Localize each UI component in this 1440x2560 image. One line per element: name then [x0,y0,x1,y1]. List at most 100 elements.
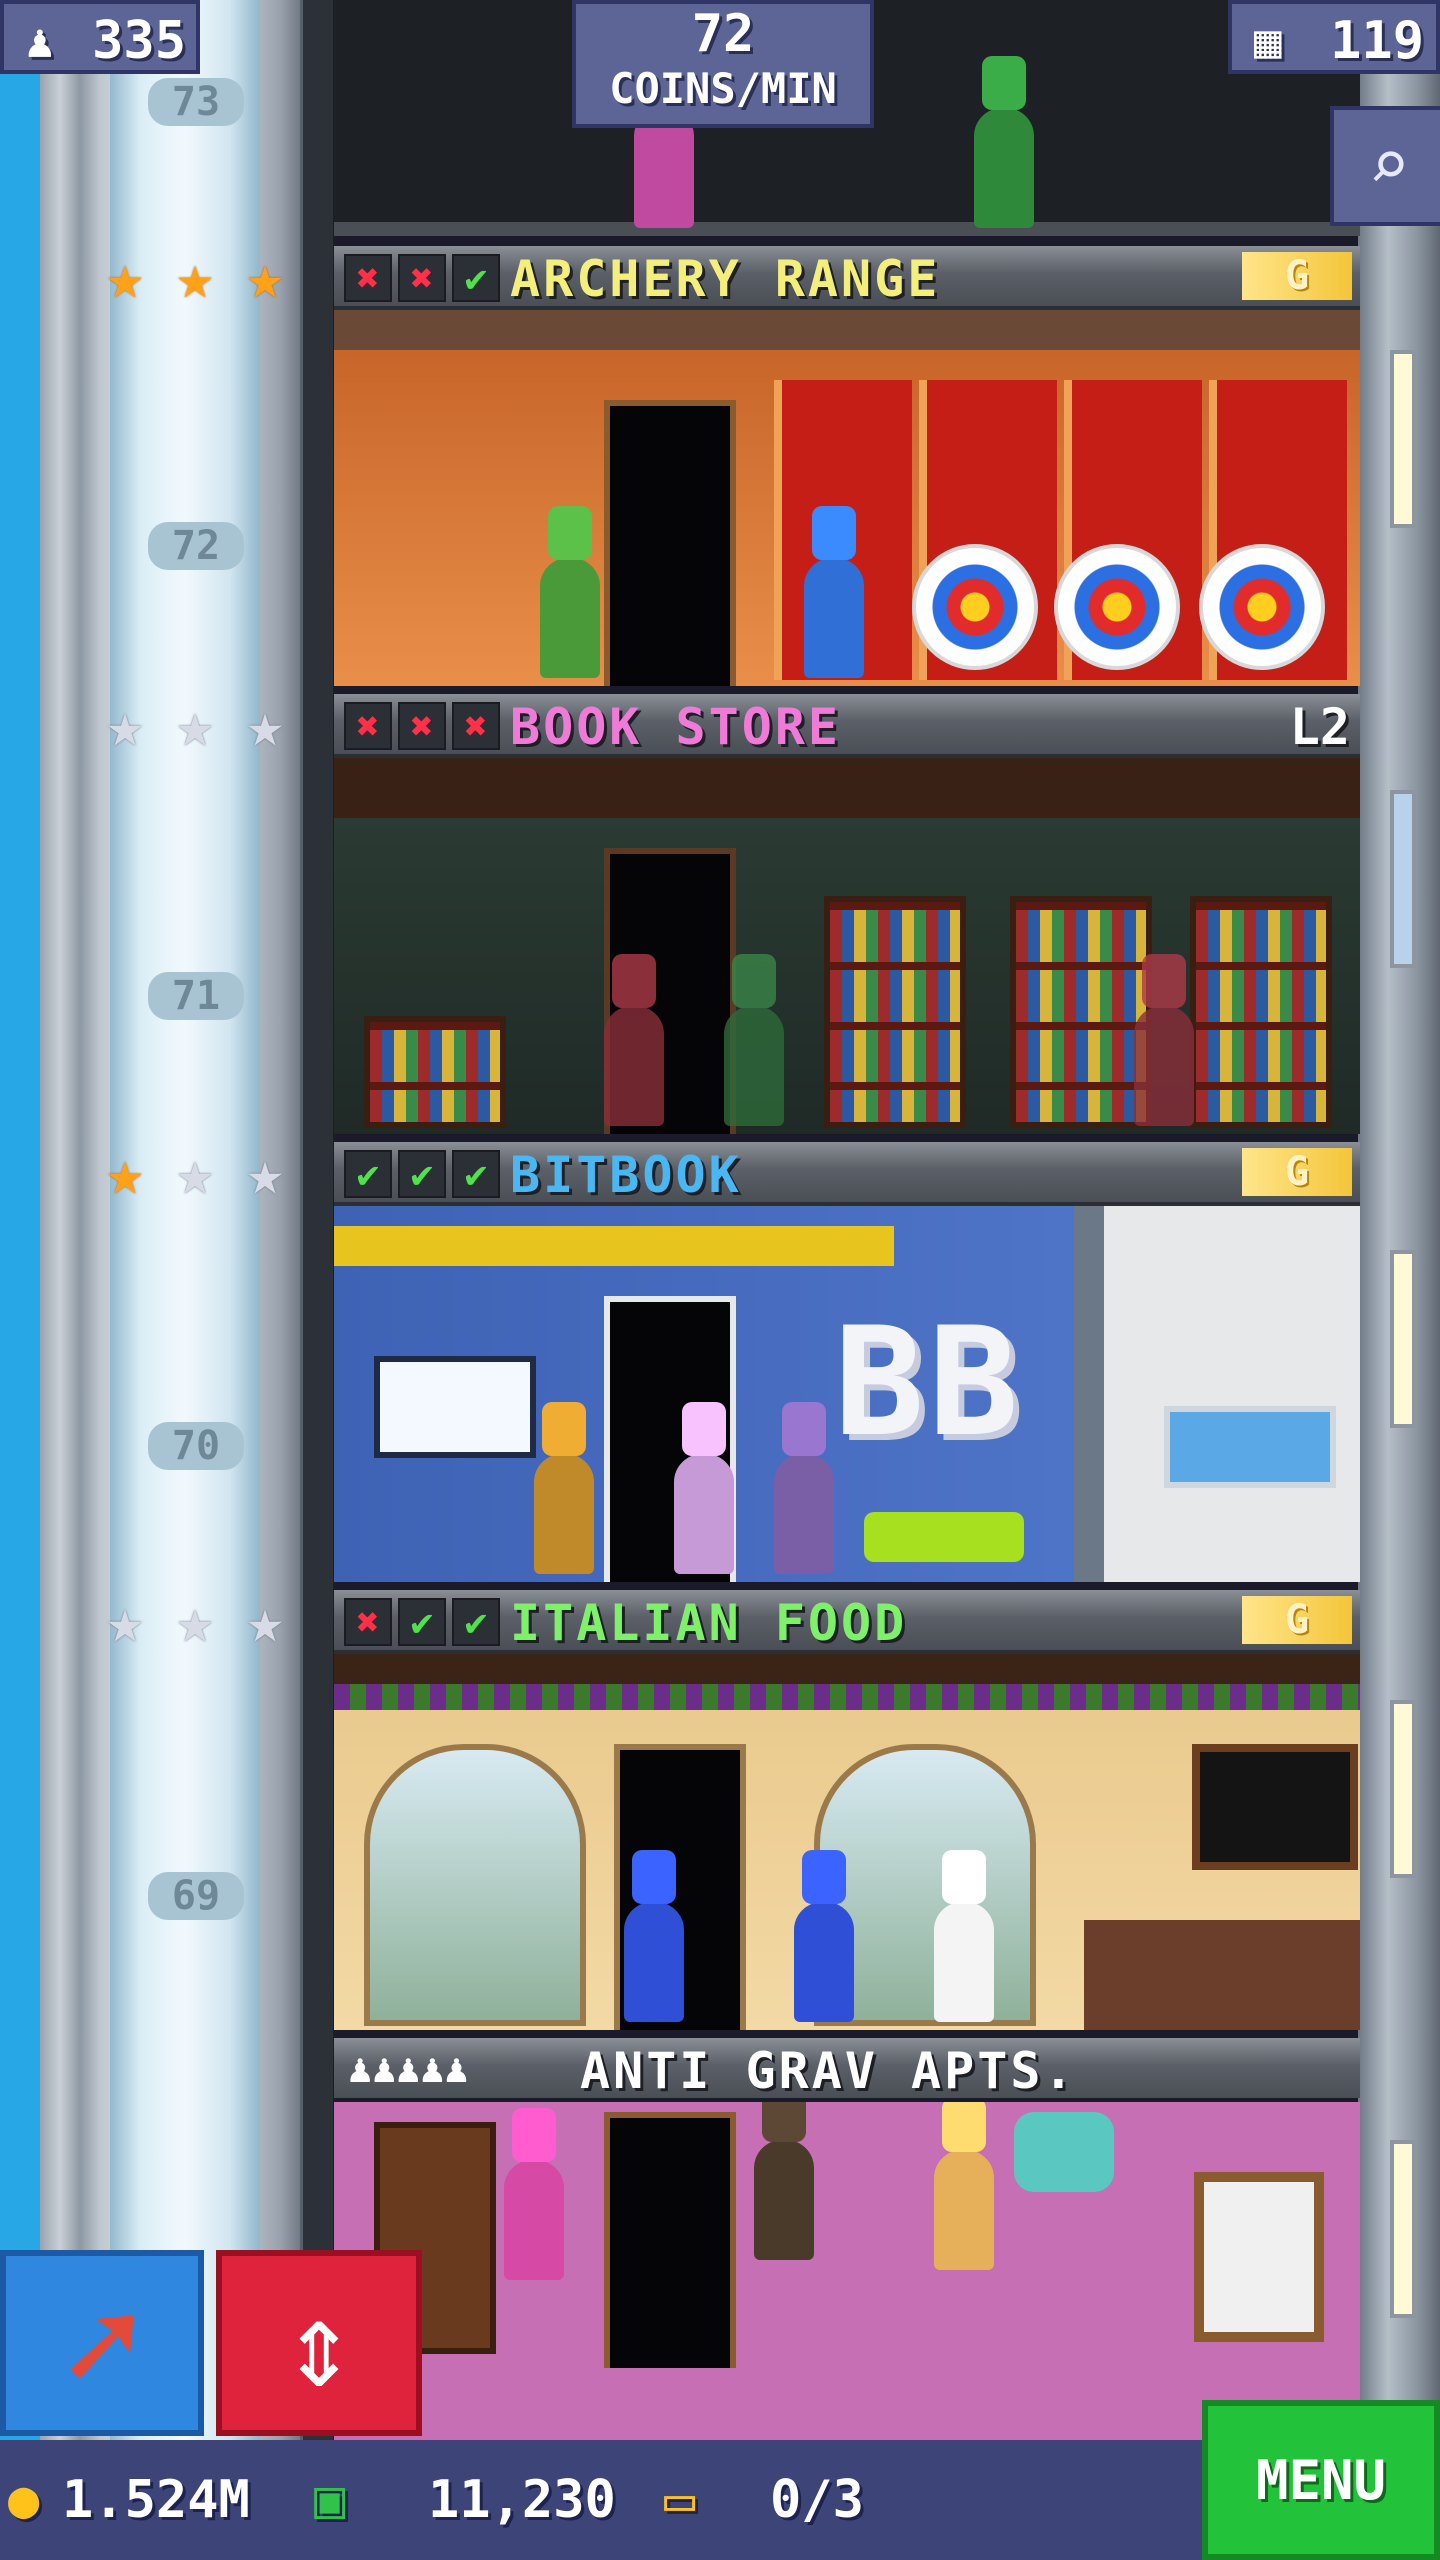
archery-room [334,310,1360,686]
floor-number: 69 [148,1872,244,1920]
star-icon: ★ [176,688,214,761]
bitizen-sprite[interactable] [534,1454,594,1574]
bookshelf [824,896,966,1128]
star-icon: ★ [176,1584,214,1657]
search-button[interactable]: ⌕ [1330,106,1440,226]
bitizen-sprite[interactable] [794,1902,854,2022]
elevator-rail [300,0,336,2440]
bitizen-sprite[interactable] [604,1006,664,1126]
bookstore-room [334,758,1360,1134]
bitizen-sprite[interactable] [674,1454,734,1574]
floor-number: 71 [148,972,244,1020]
bux-value: 11,230 [428,2470,616,2530]
population-counter[interactable]: ♟ 335 [0,0,200,74]
floor-name: BITBOOK [510,1146,742,1204]
bitbook-logo: BB [834,1296,1023,1470]
floor-count-box[interactable]: ▦ 119 [1228,0,1440,74]
doorway [604,400,736,686]
monitor [1164,1406,1336,1488]
elevator-button[interactable]: ⇕ [216,2250,422,2436]
building-icon: ▦ [1254,14,1282,68]
floor-bitbook[interactable]: ✔ ✔ ✔ BITBOOK G BB [334,1142,1360,1582]
bookshelf [364,1016,506,1128]
floor-tag: G [1242,1596,1352,1644]
coin-icon: ● [8,2470,40,2530]
star-icon: ★ [246,1136,284,1209]
wall-light [1390,350,1416,528]
bitbook-room: BB [334,1206,1360,1582]
counter [1084,1920,1360,2030]
bux-icon: ▣ [314,2470,346,2530]
archery-target [912,544,1038,670]
person-icon: ♟ [26,14,54,68]
bitizen-sprite[interactable] [934,2150,994,2270]
check-icon: ✔ [452,1150,500,1198]
worker-sprite [974,108,1034,228]
floor-archery-range[interactable]: ✖ ✖ ✔ ARCHERY RANGE G [334,246,1360,686]
population-value: 335 [92,11,186,71]
sky [0,0,40,2440]
star-icon: ★ [176,1136,214,1209]
elevator-glass [110,0,260,2440]
star-icon: ★ [246,1584,284,1657]
floating-chair [1014,2112,1114,2192]
ceiling-duct [334,1226,894,1266]
check-icon: ✔ [344,1150,392,1198]
arrow-icon: ➚ [62,2270,142,2422]
check-icon: ✔ [398,1150,446,1198]
star-icon: ★ [106,1584,144,1657]
grape-vine [334,1684,1360,1710]
star-icon: ★ [246,688,284,761]
coins-per-min-value: 72 [691,4,755,64]
stock-checks: ✖ ✖ ✖ [344,702,500,750]
coins-per-min-box[interactable]: 72 COINS/MIN [572,0,874,128]
wall-light [1390,1250,1416,1428]
floor-italian-food[interactable]: ✖ ✔ ✔ ITALIAN FOOD G [334,1590,1360,2030]
doorway [604,2112,736,2368]
cross-icon: ✖ [398,702,446,750]
monitor [374,1356,536,1458]
build-up-button[interactable]: ➚ [0,2250,204,2436]
bookshelf [1190,896,1332,1128]
star-icon: ★ [176,240,214,313]
italian-room [334,1654,1360,2030]
stock-checks: ✖ ✖ ✔ [344,254,500,302]
coins-per-min-unit: COINS/MIN [609,64,837,113]
bookshelf [1010,896,1152,1128]
bitizen-sprite[interactable] [724,1006,784,1126]
floor-anti-grav-room[interactable] [334,2102,1360,2440]
floor-sign: ✔ ✔ ✔ BITBOOK G [334,1142,1360,1206]
bitizen-sprite[interactable] [540,558,600,678]
bitizen-sprite[interactable] [804,558,864,678]
floor-name: ANTI GRAV APTS. [580,2042,1077,2100]
floor-number: 70 [148,1422,244,1470]
cross-icon: ✖ [398,254,446,302]
floor-name: ITALIAN FOOD [510,1594,908,1652]
floor-book-store[interactable]: ✖ ✖ ✖ BOOK STORE L2 [334,694,1360,1134]
check-icon: ✔ [398,1598,446,1646]
check-icon: ✔ [452,254,500,302]
wall-light [1390,1700,1416,1878]
coins-value: 1.524M [62,2470,250,2530]
floor-number: 72 [148,522,244,570]
window-arch [364,1744,586,2026]
bitizen-sprite[interactable] [1134,1006,1194,1126]
floor-stars: ★ ★ ★ [94,694,296,756]
floor-sign: ✖ ✖ ✖ BOOK STORE L2 [334,694,1360,758]
bitizen-sprite[interactable] [624,1902,684,2022]
window [1194,2172,1324,2342]
floor-name: BOOK STORE [510,698,842,756]
cross-icon: ✖ [344,254,392,302]
floor-level: L2 [1289,698,1350,756]
bitizen-sprite[interactable] [754,2140,814,2260]
bitizen-sprite[interactable] [774,1454,834,1574]
bitizen-sprite[interactable] [934,1902,994,2022]
stock-checks: ✔ ✔ ✔ [344,1150,500,1198]
floor-anti-grav-sign[interactable]: ♟♟♟♟♟ ANTI GRAV APTS. [334,2038,1360,2100]
menu-button[interactable]: MENU [1202,2400,1440,2560]
floor-stars: ★ ★ ★ [94,246,296,308]
floor-name: ARCHERY RANGE [510,250,941,308]
bitizen-sprite[interactable] [504,2160,564,2280]
cross-icon: ✖ [452,702,500,750]
star-icon: ★ [106,688,144,761]
